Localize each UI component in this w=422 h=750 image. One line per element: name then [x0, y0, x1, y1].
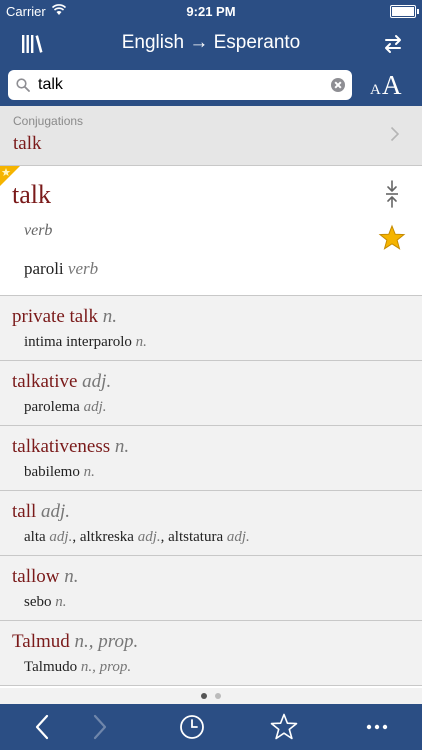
translation-separator: , — [72, 529, 80, 545]
entry-word-text: talkativeness — [12, 436, 111, 457]
entry-word: talkativeness n. — [12, 436, 129, 458]
entry-word-text: talkative — [12, 371, 78, 392]
entry-word-pos: n., prop. — [74, 631, 139, 652]
translation-pos: adj. — [83, 399, 107, 415]
entry-headword: talk — [12, 180, 51, 209]
conjugations-word: talk — [13, 133, 42, 154]
entry-translation: intima interparolo n. — [24, 334, 147, 351]
entry-word-text: tallow — [12, 566, 60, 587]
translation-pos: adj. — [137, 529, 161, 545]
nav-bar: English → Esperanto — [0, 22, 422, 66]
translation-text: Talmudo — [24, 659, 78, 675]
translation-text: altstatura — [168, 529, 224, 545]
conjugations-label: Conjugations — [13, 114, 84, 128]
list-item[interactable]: private talk n. intima interparolo n. — [0, 296, 422, 361]
translation-pos: n., prop. — [80, 659, 132, 675]
list-item[interactable]: Talmud n., prop. Talmudo n., prop. — [0, 621, 422, 686]
entry-word: private talk n. — [12, 306, 117, 328]
entry-pos: verb — [24, 222, 53, 239]
translation-text: parolema — [24, 399, 80, 415]
entry-word-pos: n. — [114, 436, 130, 457]
entry-word-text: Talmud — [12, 631, 70, 652]
page-indicator — [0, 688, 422, 704]
font-size-button[interactable]: A A — [368, 68, 408, 102]
entry-word-text: tall — [12, 501, 37, 522]
translation-text: sebo — [24, 594, 52, 610]
bottom-toolbar — [0, 704, 422, 750]
translation-pos: adj. — [49, 529, 73, 545]
more-icon[interactable] — [362, 712, 392, 742]
entry-translation: alta adj., altkreska adj., altstatura ad… — [24, 529, 250, 546]
search-area: A A — [0, 66, 422, 106]
back-icon[interactable] — [28, 712, 58, 742]
translation-text: intima interparolo — [24, 334, 132, 350]
search-icon — [16, 78, 30, 92]
star-outline-icon[interactable] — [269, 712, 299, 742]
swap-icon[interactable] — [382, 32, 404, 56]
translation-text: altkreska — [79, 529, 134, 545]
entry-word: Talmud n., prop. — [12, 631, 138, 653]
entries-list: private talk n. intima interparolo n. talk… — [0, 296, 422, 688]
entry-word-pos: adj. — [82, 371, 112, 392]
conjugations-row[interactable]: Conjugations talk — [0, 106, 422, 166]
translation-text: alta — [24, 529, 46, 545]
battery-tip — [417, 9, 419, 14]
entry-word-pos: n. — [102, 306, 117, 327]
clock-icon[interactable] — [177, 712, 207, 742]
library-icon[interactable] — [20, 32, 44, 56]
search-box[interactable] — [8, 70, 352, 100]
list-item[interactable]: tallow n. sebo n. — [0, 556, 422, 621]
translation-pos: n. — [83, 464, 95, 480]
font-size-icon-large: A — [382, 70, 402, 100]
main-entry: talk verb paroli verb — [0, 166, 422, 296]
collapse-icon[interactable] — [384, 180, 400, 208]
page-dot-active — [201, 693, 207, 699]
translation-pos: n. — [55, 594, 67, 610]
star-icon[interactable] — [378, 224, 406, 252]
entry-word: tallow n. — [12, 566, 79, 588]
entry-word-pos: n. — [64, 566, 79, 587]
entry-translation: parolema adj. — [24, 399, 106, 416]
entry-translation: Talmudo n., prop. — [24, 659, 131, 676]
translation-pos: n. — [135, 334, 147, 350]
status-time: 9:21 PM — [186, 4, 236, 19]
entry-word: tall adj. — [12, 501, 70, 523]
search-input[interactable] — [38, 74, 328, 96]
translation-text: babilemo — [24, 464, 80, 480]
translation-text: paroli — [24, 259, 64, 278]
chevron-right-icon — [390, 126, 400, 142]
forward-icon[interactable] — [84, 712, 114, 742]
font-size-icon-small: A — [370, 82, 381, 98]
entry-word-pos: adj. — [41, 501, 71, 522]
clear-icon[interactable] — [331, 78, 345, 92]
status-bar: Carrier 9:21 PM — [0, 0, 422, 22]
nav-title: English → Esperanto — [121, 32, 301, 53]
entry-translation: paroli verb — [24, 259, 98, 279]
entry-translation: sebo n. — [24, 594, 67, 611]
entry-word-text: private talk — [12, 306, 98, 327]
translation-pos: adj. — [226, 529, 250, 545]
battery-icon — [390, 5, 416, 18]
list-item[interactable]: tall adj. alta adj., altkreska adj., alts… — [0, 491, 422, 556]
entry-word: talkative adj. — [12, 371, 111, 393]
page-dot[interactable] — [215, 693, 221, 699]
list-item[interactable]: talkativeness n. babilemo n. — [0, 426, 422, 491]
entry-translation: babilemo n. — [24, 464, 95, 481]
translation-pos: verb — [67, 259, 99, 278]
list-item[interactable]: talkative adj. parolema adj. — [0, 361, 422, 426]
